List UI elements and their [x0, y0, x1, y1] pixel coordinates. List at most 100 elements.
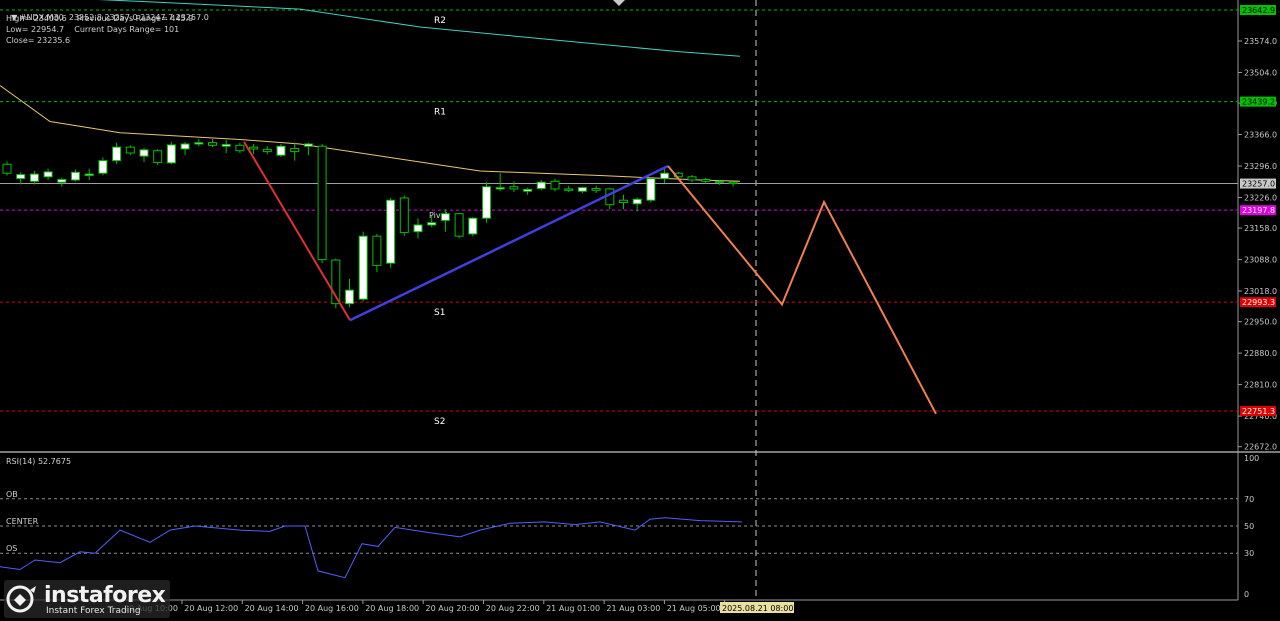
rsi-tick-label: 50 — [1244, 522, 1254, 531]
rsi-level-label: OB — [6, 490, 18, 499]
rsi-tick-label: 30 — [1244, 549, 1254, 558]
candle-bearish — [454, 213, 464, 237]
price-tick-label: 22950.0 — [1244, 318, 1277, 327]
candle-bullish — [57, 179, 67, 183]
candle-bullish — [358, 235, 368, 300]
candle-bullish — [16, 174, 26, 180]
time-tick-label: 20 Aug 14:00 — [245, 604, 299, 613]
candle-bullish — [29, 173, 39, 182]
pivot-price-tag-label: 23197.8 — [1242, 206, 1275, 215]
candle-bullish — [276, 145, 286, 156]
cursor-time-tag-label: 2025.08.21 08:00 — [722, 604, 793, 613]
candle-bullish — [536, 181, 546, 190]
candle-bullish — [468, 217, 478, 235]
candle-bullish — [646, 178, 656, 201]
close-line: Close= 23235.6 — [6, 36, 71, 45]
price-tick-label: 23226.0 — [1244, 194, 1277, 203]
candle-bearish — [2, 163, 12, 174]
rsi-level-label: OS — [6, 544, 17, 553]
candle-bearish — [509, 186, 519, 190]
time-tick-label: 20 Aug 20:00 — [426, 604, 480, 613]
price-tick-label: 23504.0 — [1244, 68, 1277, 77]
current-price-tag-label: 23257.0 — [1242, 180, 1275, 189]
instaforex-logo-icon — [6, 585, 36, 613]
candle-bearish — [550, 180, 560, 190]
price-tick-label: 23018.0 — [1244, 287, 1277, 296]
pivot-label-s1: S1 — [434, 308, 445, 318]
price-tick-label: 23574.0 — [1244, 37, 1277, 46]
candle-bullish — [194, 142, 204, 145]
price-tick-label: 22672.0 — [1244, 443, 1277, 452]
candle-bearish — [249, 146, 259, 150]
candle-bearish — [591, 188, 601, 191]
candle-bearish — [317, 145, 327, 261]
candle-bullish — [303, 143, 313, 147]
high-range-line: High= 23400.6 Previous Days Range= 445.9 — [6, 14, 194, 23]
candle-bullish — [112, 146, 122, 162]
time-tick-label: 21 Aug 03:00 — [606, 604, 660, 613]
time-tick-label: 20 Aug 12:00 — [184, 604, 238, 613]
time-tick-label: 20 Aug 18:00 — [365, 604, 419, 613]
price-tick-label: 22880.0 — [1244, 349, 1277, 358]
candle-bullish — [427, 222, 437, 226]
candle-bearish — [619, 199, 628, 203]
candle-bearish — [728, 181, 738, 185]
price-tick-label: 23158.0 — [1244, 224, 1277, 233]
price-tick-label: 22810.0 — [1244, 381, 1277, 390]
rsi-tick-label: 100 — [1244, 454, 1259, 463]
candle-bearish — [125, 146, 135, 154]
price-tick-label: 23296.0 — [1244, 162, 1277, 171]
candle-bullish — [180, 143, 190, 150]
rsi-tick-label: 0 — [1244, 590, 1249, 599]
low-range-line: Low= 22954.7 Current Days Range= 101 — [6, 25, 180, 34]
instaforex-watermark: instaforex Instant Forex Trading — [4, 580, 170, 618]
brand-name: instaforex — [44, 583, 166, 608]
pivot-label-r2: R2 — [434, 16, 446, 26]
candle-bullish — [71, 171, 80, 181]
candle-bearish — [687, 176, 697, 181]
rsi-level-label: CENTER — [6, 517, 39, 526]
time-tick-label: 20 Aug 22:00 — [486, 604, 540, 613]
candle-bullish — [84, 173, 94, 176]
candle-bullish — [386, 199, 396, 264]
candle-bullish — [413, 224, 423, 233]
candle-bearish — [290, 147, 300, 153]
time-tick-label: 21 Aug 01:00 — [546, 604, 600, 613]
candle-bearish — [701, 179, 711, 182]
pivot-label-r1: R1 — [434, 108, 446, 118]
pivot-label-s2: S2 — [434, 417, 445, 427]
pivot-price-tag-label: 23642.9 — [1242, 6, 1275, 15]
pivot-price-tag-label: 22751.3 — [1242, 407, 1275, 416]
price-tick-label: 23366.0 — [1244, 131, 1277, 140]
candle-bullish — [43, 171, 53, 178]
candle-bearish — [372, 235, 382, 266]
candle-bullish — [632, 198, 642, 205]
candle-bearish — [235, 144, 245, 152]
candle-bearish — [714, 180, 724, 183]
chart-canvas: 23574.023504.023436.023366.023296.023226… — [0, 0, 1280, 621]
candle-bearish — [262, 148, 272, 153]
candle-bullish — [660, 172, 670, 180]
candle-bearish — [208, 142, 217, 146]
time-tick-label: 21 Aug 05:00 — [667, 604, 721, 613]
rsi-tick-label: 70 — [1244, 495, 1254, 504]
time-tick-label: 20 Aug 16:00 — [305, 604, 359, 613]
rsi-title: RSI(14) 52.7675 — [6, 457, 71, 466]
candle-bearish — [399, 197, 409, 234]
candle-bullish — [98, 160, 108, 174]
candle-bullish — [495, 187, 505, 190]
candle-bullish — [577, 187, 587, 192]
candle-bullish — [139, 149, 149, 157]
candle-bullish — [345, 289, 354, 305]
pivot-price-tag-label: 23439.2 — [1242, 98, 1275, 107]
price-tick-label: 23088.0 — [1244, 256, 1277, 265]
candle-bullish — [166, 144, 176, 164]
candle-bullish — [523, 188, 533, 192]
candle-bullish — [221, 143, 231, 147]
candle-bullish — [440, 213, 450, 221]
pivot-price-tag-label: 22993.3 — [1242, 298, 1275, 307]
candle-bearish — [564, 188, 574, 191]
chart-background — [0, 0, 1280, 621]
brand-tagline: Instant Forex Trading — [46, 606, 141, 616]
candle-bullish — [482, 186, 491, 219]
